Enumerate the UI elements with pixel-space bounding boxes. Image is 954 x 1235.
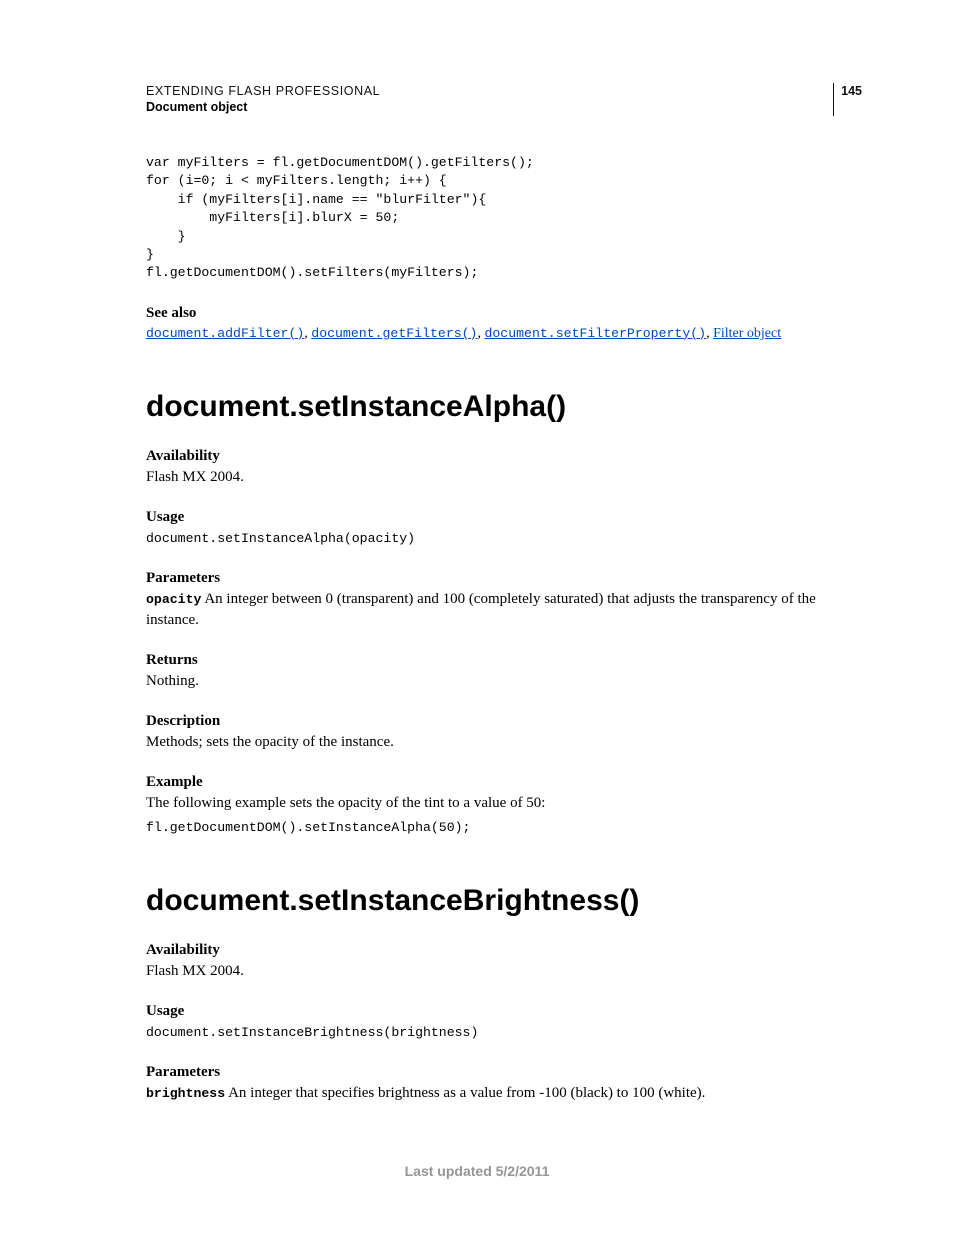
param-text: An integer between 0 (transparent) and 1… xyxy=(146,591,816,628)
param-text-b: An integer that specifies brightness as … xyxy=(225,1085,705,1101)
see-also-heading: See also xyxy=(146,305,846,322)
returns-heading: Returns xyxy=(146,652,846,669)
see-also-links: document.addFilter(), document.getFilter… xyxy=(146,324,846,344)
content: var myFilters = fl.getDocumentDOM().getF… xyxy=(146,154,846,1104)
availability-heading: Availability xyxy=(146,448,846,465)
parameters-heading-b: Parameters xyxy=(146,1064,846,1081)
method-heading-setinstancebrightness: document.setInstanceBrightness() xyxy=(146,884,846,918)
param-name: opacity xyxy=(146,592,201,607)
footer-updated: Last updated 5/2/2011 xyxy=(0,1163,954,1179)
page: EXTENDING FLASH PROFESSIONAL Document ob… xyxy=(0,0,954,1235)
example-text: The following example sets the opacity o… xyxy=(146,793,846,813)
description-text: Methods; sets the opacity of the instanc… xyxy=(146,732,846,752)
link-addfilter[interactable]: document.addFilter() xyxy=(146,326,304,341)
usage-code: document.setInstanceAlpha(opacity) xyxy=(146,530,846,548)
parameter-brightness: brightness An integer that specifies bri… xyxy=(146,1083,846,1104)
link-getfilters[interactable]: document.getFilters() xyxy=(311,326,477,341)
example-code: fl.getDocumentDOM().setInstanceAlpha(50)… xyxy=(146,819,846,837)
parameters-heading: Parameters xyxy=(146,570,846,587)
description-heading: Description xyxy=(146,713,846,730)
header-rule xyxy=(833,83,834,116)
usage-heading-b: Usage xyxy=(146,1003,846,1020)
page-header: EXTENDING FLASH PROFESSIONAL Document ob… xyxy=(146,84,844,114)
page-number: 145 xyxy=(841,84,862,98)
returns-text: Nothing. xyxy=(146,671,846,691)
parameter-opacity: opacity An integer between 0 (transparen… xyxy=(146,589,846,630)
availability-text-b: Flash MX 2004. xyxy=(146,961,846,981)
availability-text: Flash MX 2004. xyxy=(146,467,846,487)
link-setfilterproperty[interactable]: document.setFilterProperty() xyxy=(484,326,706,341)
header-subtitle: Document object xyxy=(146,100,844,114)
header-title: EXTENDING FLASH PROFESSIONAL xyxy=(146,84,844,98)
example-heading: Example xyxy=(146,774,846,791)
usage-heading: Usage xyxy=(146,509,846,526)
availability-heading-b: Availability xyxy=(146,942,846,959)
usage-code-b: document.setInstanceBrightness(brightnes… xyxy=(146,1024,846,1042)
code-block-filters: var myFilters = fl.getDocumentDOM().getF… xyxy=(146,154,846,283)
link-filter-object[interactable]: Filter object xyxy=(713,326,781,341)
method-heading-setinstancealpha: document.setInstanceAlpha() xyxy=(146,390,846,424)
param-name-b: brightness xyxy=(146,1086,225,1101)
